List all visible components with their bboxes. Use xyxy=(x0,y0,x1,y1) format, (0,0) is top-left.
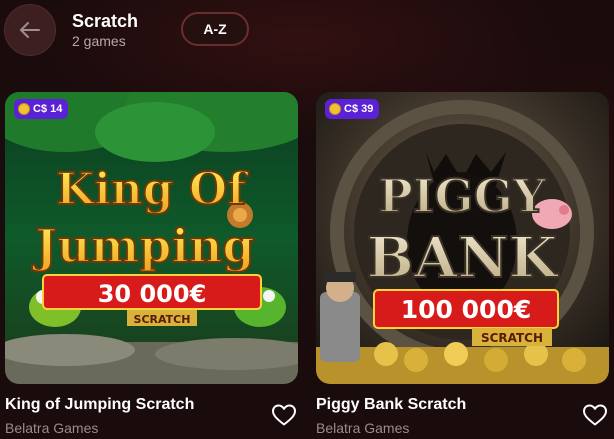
coin-icon xyxy=(18,103,30,115)
game-card-piggy-bank: PIGGY BANK 100 000€ SCRATCH C$ 39 Piggy … xyxy=(316,92,609,436)
art-title-line2: Jumping xyxy=(31,219,254,273)
favorite-button[interactable] xyxy=(582,403,608,427)
game-provider: Belatra Games xyxy=(316,420,410,436)
page-title: Scratch xyxy=(72,11,139,31)
coin-icon xyxy=(329,103,341,115)
game-title[interactable]: Piggy Bank Scratch xyxy=(316,396,466,414)
header-title-block: Scratch 2 games xyxy=(72,10,138,50)
art-title-line1: PIGGY xyxy=(378,169,547,223)
heart-icon xyxy=(272,404,296,426)
price-value: C$ 39 xyxy=(344,103,374,115)
art-title-line1: King Of xyxy=(56,164,249,215)
game-title[interactable]: King of Jumping Scratch xyxy=(5,396,194,414)
art-tag: SCRATCH xyxy=(481,331,543,345)
sort-button[interactable]: A-Z xyxy=(181,12,249,46)
art-prize: 100 000€ xyxy=(401,295,531,324)
favorite-button[interactable] xyxy=(271,403,297,427)
heart-icon xyxy=(583,404,607,426)
king-of-jumping-art: King Of Jumping 30 000€ SCRATCH xyxy=(5,92,298,384)
games-count: 2 games xyxy=(72,33,126,49)
back-button[interactable] xyxy=(4,4,56,56)
game-provider: Belatra Games xyxy=(5,420,99,436)
price-badge: C$ 39 xyxy=(325,99,380,119)
art-tag: SCRATCH xyxy=(134,313,191,326)
game-thumbnail[interactable]: King Of Jumping 30 000€ SCRATCH C$ 14 xyxy=(5,92,298,384)
art-prize: 30 000€ xyxy=(98,280,207,308)
piggy-bank-art: PIGGY BANK 100 000€ SCRATCH xyxy=(316,92,609,384)
arrow-left-icon xyxy=(20,22,40,38)
price-badge: C$ 14 xyxy=(14,99,69,119)
game-thumbnail[interactable]: PIGGY BANK 100 000€ SCRATCH C$ 39 xyxy=(316,92,609,384)
art-title-line2: BANK xyxy=(367,225,560,291)
price-value: C$ 14 xyxy=(33,103,63,115)
game-card-king-of-jumping: King Of Jumping 30 000€ SCRATCH C$ 14 Ki… xyxy=(5,92,298,436)
